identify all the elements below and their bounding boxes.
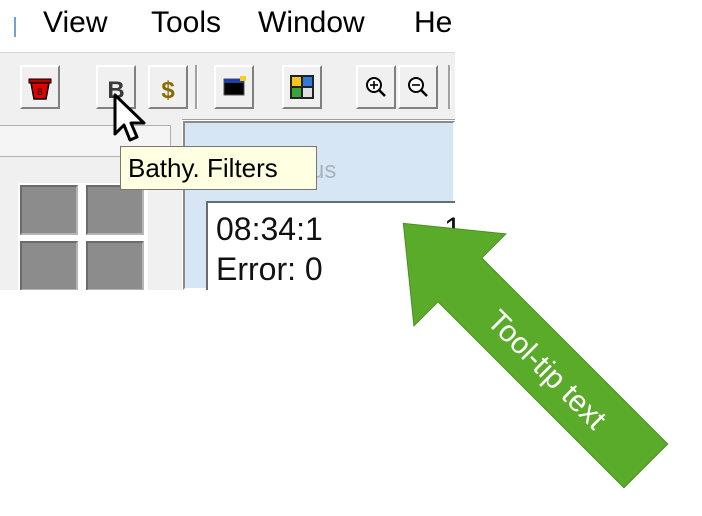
status-log: 08:34:1 1 Error: 0 [206, 201, 455, 290]
menu-tools[interactable]: Tools [151, 6, 221, 40]
black-window-icon [223, 76, 246, 96]
callout-text: Tool-tip text [481, 304, 613, 436]
window-button[interactable] [214, 65, 254, 109]
status-log-line-tail: 1 [444, 211, 455, 247]
color-grid-icon [290, 75, 314, 99]
red-bucket-button[interactable]: B [20, 65, 60, 109]
tooltip: Bathy. Filters [120, 146, 317, 190]
zoom-in-icon [366, 77, 386, 97]
menu-window[interactable]: Window [258, 6, 365, 40]
grid-cell[interactable] [20, 241, 78, 290]
red-bucket-icon: B [28, 78, 52, 100]
dollar-icon-glyph: $ [161, 77, 175, 104]
color-grid-button[interactable] [282, 65, 322, 109]
toolbar-separator [448, 65, 451, 109]
status-log-line: Error: 0 [216, 251, 323, 287]
toolbar-separator [195, 65, 198, 109]
mouse-pointer-icon [113, 93, 146, 142]
menu-view[interactable]: View [43, 6, 107, 40]
status-log-line: 08:34:1 [216, 211, 323, 247]
zoom-out-button[interactable] [398, 65, 438, 109]
menu-bar: View Tools Window He [0, 0, 455, 52]
zoom-in-button[interactable] [356, 65, 396, 109]
application-screenshot: View Tools Window He B B $ us 08:34:1 1 … [0, 0, 455, 290]
toolbar: B B $ [0, 52, 455, 120]
menu-help[interactable]: He [414, 6, 452, 40]
zoom-out-icon [408, 77, 428, 97]
menu-separator [14, 17, 16, 37]
svg-text:B: B [37, 87, 43, 97]
button-grid [18, 183, 148, 290]
grid-cell[interactable] [86, 185, 144, 235]
grid-cell[interactable] [20, 185, 78, 235]
grid-cell[interactable] [86, 241, 144, 290]
